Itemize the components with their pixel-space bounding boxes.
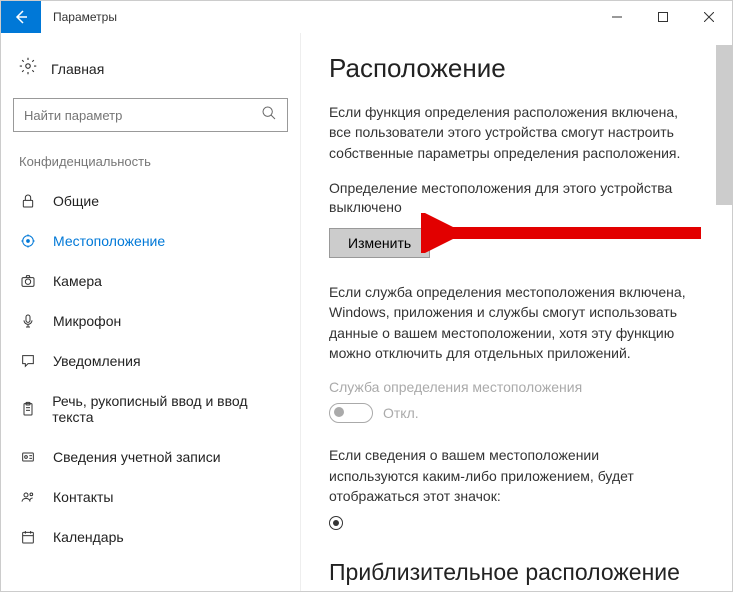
service-label: Служба определения местоположения (329, 379, 689, 395)
search-icon (261, 105, 277, 126)
sidebar-item-speech[interactable]: Речь, рукописный ввод и ввод текста (9, 383, 292, 435)
sidebar-item-label: Уведомления (53, 353, 141, 369)
clipboard-icon (19, 401, 36, 417)
indicator-paragraph: Если сведения о вашем местоположении исп… (329, 445, 689, 506)
gear-icon (19, 57, 37, 80)
close-button[interactable] (686, 1, 732, 33)
window-controls (594, 1, 732, 33)
mic-icon (19, 313, 37, 329)
sidebar-item-general[interactable]: Общие (9, 183, 292, 219)
device-status-label: Определение местоположения для этого уст… (329, 179, 689, 218)
toggle-row: Откл. (329, 403, 689, 423)
contacts-icon (19, 489, 37, 505)
calendar-icon (19, 529, 37, 545)
speech-icon (19, 353, 37, 369)
location-icon (19, 233, 37, 249)
page-heading: Расположение (329, 53, 689, 84)
sidebar-item-label: Микрофон (53, 313, 121, 329)
toggle-state-label: Откл. (383, 405, 419, 421)
scrollbar-thumb[interactable] (716, 45, 732, 205)
sidebar-item-label: Речь, рукописный ввод и ввод текста (52, 393, 282, 425)
sidebar: Главная Конфиденциальность Общие Местопо… (1, 33, 301, 591)
titlebar: Параметры (1, 1, 732, 33)
service-paragraph: Если служба определения местоположения в… (329, 282, 689, 363)
sidebar-item-account-info[interactable]: Сведения учетной записи (9, 439, 292, 475)
change-button[interactable]: Изменить (329, 228, 430, 258)
lock-icon (19, 193, 37, 209)
sidebar-item-microphone[interactable]: Микрофон (9, 303, 292, 339)
sidebar-item-label: Камера (53, 273, 102, 289)
back-button[interactable] (1, 1, 41, 33)
maximize-icon (658, 12, 668, 22)
sidebar-item-calendar[interactable]: Календарь (9, 519, 292, 555)
sidebar-item-contacts[interactable]: Контакты (9, 479, 292, 515)
location-indicator-icon (329, 516, 343, 530)
window-title: Параметры (41, 10, 594, 24)
camera-icon (19, 273, 37, 289)
sidebar-item-label: Местоположение (53, 233, 165, 249)
close-icon (704, 12, 714, 22)
arrow-left-icon (13, 9, 29, 25)
sidebar-item-label: Общие (53, 193, 99, 209)
sidebar-home[interactable]: Главная (9, 49, 292, 88)
sidebar-home-label: Главная (51, 61, 104, 77)
sidebar-item-label: Контакты (53, 489, 113, 505)
sidebar-section-title: Конфиденциальность (9, 146, 292, 183)
approx-heading: Приблизительное расположение (329, 559, 689, 586)
sidebar-item-notifications[interactable]: Уведомления (9, 343, 292, 379)
sidebar-item-location[interactable]: Местоположение (9, 223, 292, 259)
sidebar-item-camera[interactable]: Камера (9, 263, 292, 299)
search-box[interactable] (13, 98, 288, 132)
sidebar-item-label: Сведения учетной записи (53, 449, 221, 465)
minimize-button[interactable] (594, 1, 640, 33)
content-area: Расположение Если функция определения ра… (301, 33, 732, 591)
intro-paragraph: Если функция определения расположения вк… (329, 102, 689, 163)
minimize-icon (612, 12, 622, 22)
search-input[interactable] (24, 108, 261, 123)
maximize-button[interactable] (640, 1, 686, 33)
location-service-toggle (329, 403, 373, 423)
sidebar-item-label: Календарь (53, 529, 124, 545)
account-icon (19, 449, 37, 465)
